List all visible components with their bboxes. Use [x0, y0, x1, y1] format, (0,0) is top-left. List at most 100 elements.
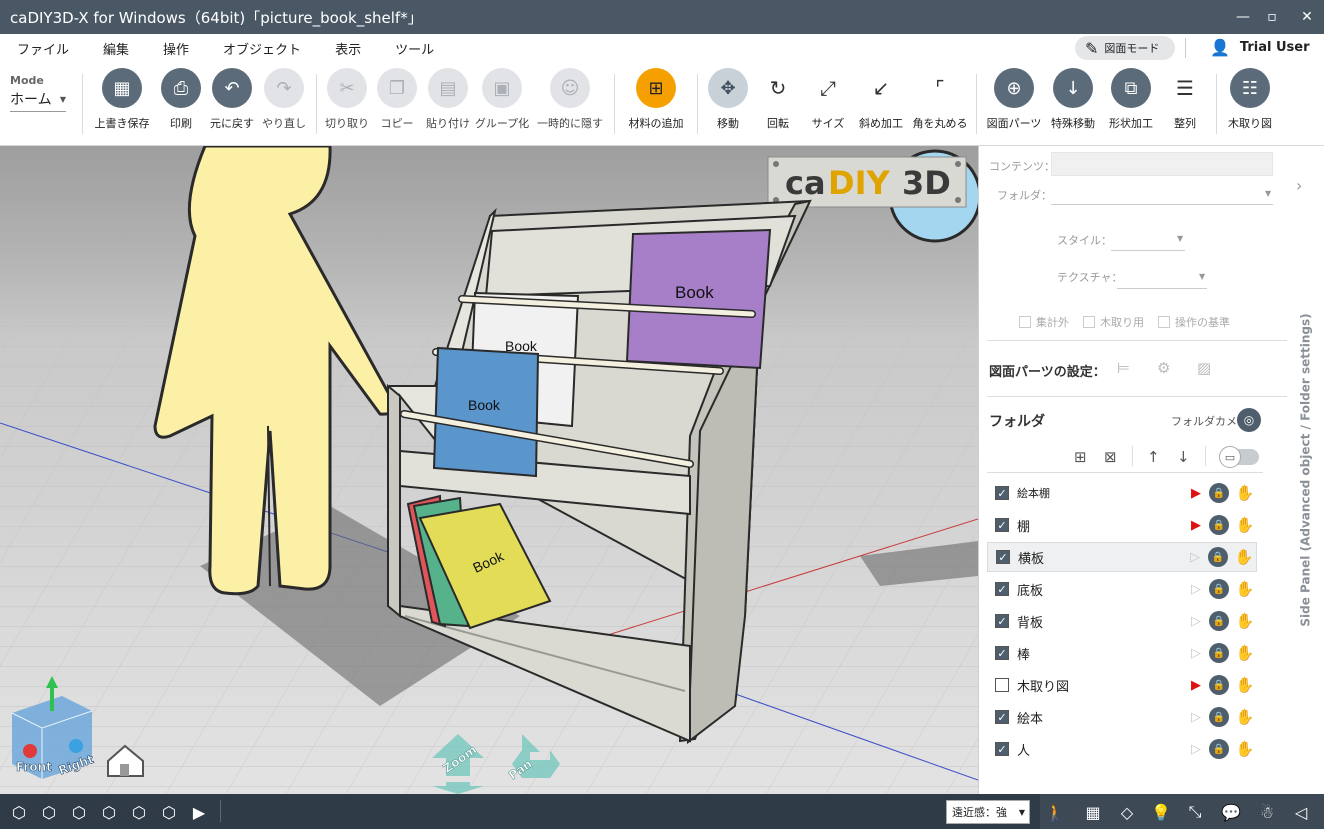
lock-icon[interactable]: 🔒: [1209, 739, 1229, 759]
lock-icon[interactable]: 🔒: [1209, 579, 1229, 599]
cut-list-button[interactable]: ☷ 木取り図: [1215, 68, 1285, 131]
texture-select[interactable]: [1117, 288, 1207, 289]
folder-row[interactable]: ✓ 棚 ▶ 🔒 ✋: [987, 510, 1257, 540]
folder-visibility-checkbox[interactable]: ✓: [995, 582, 1009, 596]
menu-edit[interactable]: 編集: [86, 39, 146, 58]
measure-icon[interactable]: ⤡: [1184, 801, 1206, 823]
menu-object[interactable]: オブジェクト: [206, 39, 318, 58]
view-shaded-icon[interactable]: ⬡: [38, 801, 60, 823]
menu-operation[interactable]: 操作: [146, 39, 206, 58]
folder-row[interactable]: 木取り図 ▶ 🔒 ✋: [987, 670, 1257, 700]
play-icon[interactable]: ▷: [1188, 550, 1202, 565]
close-icon[interactable]: ✕: [1290, 0, 1324, 34]
folder-visibility-checkbox[interactable]: ✓: [995, 518, 1009, 532]
selectable-icon[interactable]: ✋: [1233, 580, 1257, 598]
play-icon[interactable]: ▶: [1189, 486, 1203, 501]
play-icon[interactable]: ▶: [1189, 518, 1203, 533]
folder-visibility-checkbox[interactable]: ✓: [995, 742, 1009, 756]
ghost-icon[interactable]: ☃: [1256, 801, 1278, 823]
screw-icon[interactable]: ⚙: [1157, 359, 1170, 377]
folder-visibility-checkbox[interactable]: ✓: [995, 486, 1009, 500]
folder-row[interactable]: ✓ 背板 ▷ 🔒 ✋: [987, 606, 1257, 636]
view-edges-icon[interactable]: ⬡: [68, 801, 90, 823]
folder-row[interactable]: ✓ 絵本棚 ▶ 🔒 ✋: [987, 478, 1257, 508]
arrow-down-icon[interactable]: ↓: [1177, 448, 1190, 466]
view-xray-icon[interactable]: ⬡: [128, 801, 150, 823]
lock-icon[interactable]: 🔒: [1209, 611, 1229, 631]
folder-row[interactable]: ✓ 棒 ▷ 🔒 ✋: [987, 638, 1257, 668]
selectable-icon[interactable]: ✋: [1233, 612, 1257, 630]
redo-button[interactable]: ↷ やり直し: [249, 68, 319, 131]
view-hidden-icon[interactable]: ⬡: [158, 801, 180, 823]
folder-visibility-checkbox[interactable]: ✓: [995, 614, 1009, 628]
folder-visibility-checkbox[interactable]: ✓: [996, 550, 1010, 564]
side-panel-tab[interactable]: Side Panel (Advanced object / Folder set…: [1288, 146, 1324, 794]
group-button[interactable]: ▣ グループ化: [467, 68, 537, 131]
view-wire-icon[interactable]: ⬡: [98, 801, 120, 823]
play-icon[interactable]: ▶: [1189, 678, 1203, 693]
speaker-icon[interactable]: ◁: [1290, 801, 1312, 823]
folder-toggle[interactable]: ▭: [1219, 446, 1259, 468]
contents-field[interactable]: [1051, 152, 1273, 176]
delete-folder-icon[interactable]: ⊠: [1104, 448, 1117, 466]
lock-icon[interactable]: 🔒: [1209, 643, 1229, 663]
lock-icon[interactable]: 🔒: [1209, 483, 1229, 503]
folder-row[interactable]: ✓ 底板 ▷ 🔒 ✋: [987, 574, 1257, 604]
menu-tools[interactable]: ツール: [378, 39, 451, 58]
selectable-icon[interactable]: ✋: [1233, 484, 1257, 502]
round-corner-button[interactable]: ⌜ 角を丸める: [905, 68, 975, 131]
selectable-icon[interactable]: ✋: [1232, 548, 1256, 566]
play-icon[interactable]: ▷: [1189, 614, 1203, 629]
checkbox-exclude[interactable]: 集計外: [1019, 314, 1069, 330]
lock-icon[interactable]: 🔒: [1209, 675, 1229, 695]
camera-icon[interactable]: ◎: [1237, 408, 1261, 432]
lock-icon[interactable]: 🔒: [1208, 547, 1228, 567]
play-icon[interactable]: ▷: [1189, 582, 1203, 597]
selectable-icon[interactable]: ✋: [1233, 676, 1257, 694]
perspective-select[interactable]: 遠近感：強 ▼: [946, 800, 1030, 824]
book-blue[interactable]: Book: [432, 346, 540, 478]
selectable-icon[interactable]: ✋: [1233, 740, 1257, 758]
grid-icon[interactable]: ▦: [1082, 801, 1104, 823]
folder-visibility-checkbox[interactable]: ✓: [995, 646, 1009, 660]
user-account[interactable]: 👤 Trial User: [1210, 38, 1310, 57]
book-purple[interactable]: Book: [625, 228, 772, 370]
folder-select[interactable]: [1051, 204, 1273, 205]
play-icon[interactable]: ▷: [1189, 710, 1203, 725]
dimension-icon[interactable]: ⊨: [1117, 359, 1130, 377]
folder-visibility-checkbox[interactable]: [995, 678, 1009, 692]
folder-row[interactable]: ✓ 絵本 ▷ 🔒 ✋: [987, 702, 1257, 732]
comment-icon[interactable]: 💬: [1220, 801, 1242, 823]
scene-canvas[interactable]: ca DIY 3D Book Book Book Book Front Righ…: [0, 146, 978, 794]
align-button[interactable]: ☰ 整列: [1150, 68, 1220, 131]
hide-button[interactable]: ☺ 一時的に隠す: [535, 68, 605, 131]
arrow-up-icon[interactable]: ↑: [1147, 448, 1160, 466]
board-icon[interactable]: ◇: [1116, 801, 1138, 823]
lock-icon[interactable]: 🔒: [1209, 515, 1229, 535]
checkbox-reference[interactable]: 操作の基準: [1158, 314, 1230, 330]
light-icon[interactable]: 💡: [1150, 801, 1172, 823]
view-solid-icon[interactable]: ⬡: [8, 801, 30, 823]
style-select[interactable]: [1111, 250, 1185, 251]
play-icon[interactable]: ▷: [1189, 742, 1203, 757]
folder-visibility-checkbox[interactable]: ✓: [995, 710, 1009, 724]
mode-select[interactable]: Mode ホーム ▼: [10, 74, 66, 112]
selectable-icon[interactable]: ✋: [1233, 516, 1257, 534]
3d-viewport[interactable]: ca DIY 3D Book Book Book Book Front Righ…: [0, 146, 978, 794]
image-icon[interactable]: ▨: [1197, 359, 1211, 377]
lock-icon[interactable]: 🔒: [1209, 707, 1229, 727]
add-material-button[interactable]: ⊞ 材料の追加: [621, 68, 691, 131]
maximize-icon[interactable]: ▫: [1255, 0, 1289, 34]
menu-view[interactable]: 表示: [318, 39, 378, 58]
draw-mode-button[interactable]: ✎ 図面モード: [1075, 36, 1175, 60]
menu-file[interactable]: ファイル: [0, 39, 86, 58]
checkbox-cutlist[interactable]: 木取り用: [1083, 314, 1144, 330]
selectable-icon[interactable]: ✋: [1233, 644, 1257, 662]
folder-row[interactable]: ✓ 横板 ▷ 🔒 ✋: [987, 542, 1257, 572]
add-folder-icon[interactable]: ⊞: [1074, 448, 1087, 466]
folder-row[interactable]: ✓ 人 ▷ 🔒 ✋: [987, 734, 1257, 764]
walk-icon[interactable]: 🚶: [1044, 801, 1066, 823]
selectable-icon[interactable]: ✋: [1233, 708, 1257, 726]
video-camera-icon[interactable]: ▶: [188, 801, 210, 823]
play-icon[interactable]: ▷: [1189, 646, 1203, 661]
